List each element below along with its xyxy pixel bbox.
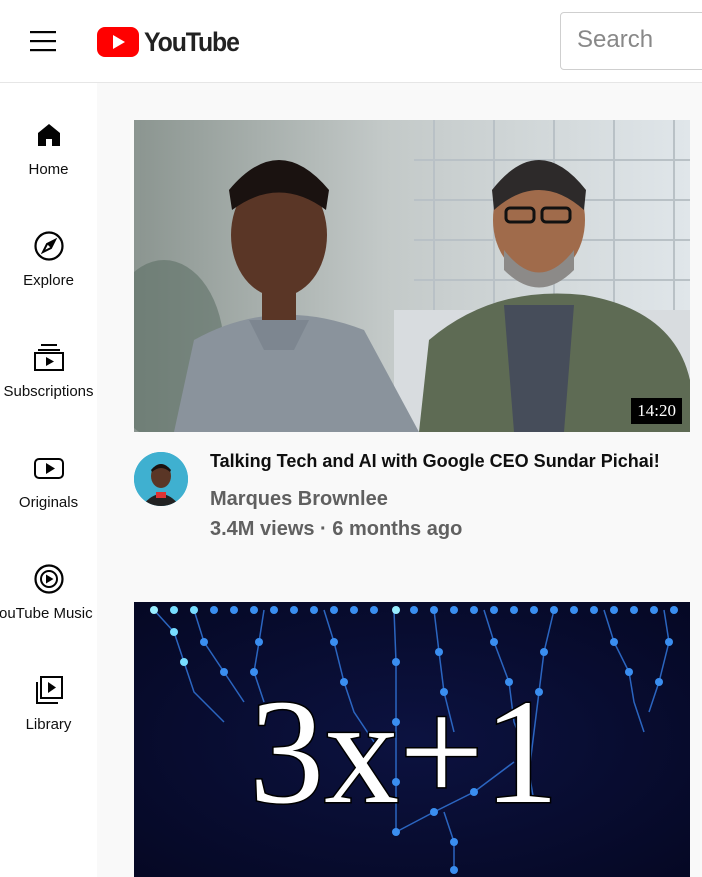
video-thumbnail[interactable]: 3x+1 (134, 602, 690, 877)
sidebar-item-label: Library (25, 716, 72, 733)
channel-name[interactable]: Marques Brownlee (210, 488, 388, 511)
hamburger-menu-icon[interactable] (26, 25, 60, 59)
sidebar: Home Explore Subscriptions Originals You… (0, 83, 97, 877)
library-icon (33, 674, 65, 706)
sidebar-item-subscriptions[interactable]: Subscriptions (0, 327, 97, 427)
sidebar-item-label: Subscriptions (3, 383, 94, 400)
logo-text: YouTube (144, 26, 240, 57)
sidebar-item-label: Explore (23, 272, 74, 289)
search-input[interactable] (561, 13, 702, 67)
compass-icon (33, 230, 65, 262)
video-stats: 3.4M views · 6 months ago (210, 518, 463, 540)
main-feed: 14:20 Talking Tech and AI with Google CE… (97, 83, 702, 877)
video-title[interactable]: Talking Tech and AI with Google CEO Sund… (210, 451, 660, 472)
sidebar-item-label: Originals (18, 494, 79, 511)
video-card: 3x+1 (134, 602, 690, 877)
sidebar-item-library[interactable]: Library (0, 660, 97, 760)
sidebar-item-label: Home (28, 161, 69, 178)
sidebar-item-youtube-music[interactable]: YouTube Music (0, 549, 97, 649)
channel-avatar[interactable] (134, 452, 188, 506)
search-box[interactable] (560, 12, 702, 70)
sidebar-item-explore[interactable]: Explore (0, 216, 97, 316)
youtube-play-logo-icon (97, 27, 139, 57)
sidebar-item-label: YouTube Music (0, 605, 93, 622)
originals-play-icon (33, 452, 65, 484)
subscriptions-icon (33, 341, 65, 373)
video-duration-badge: 14:20 (631, 398, 682, 424)
video-card: 14:20 Talking Tech and AI with Google CE… (134, 120, 690, 552)
youtube-logo[interactable]: YouTube (97, 24, 247, 60)
music-icon (33, 563, 65, 595)
home-icon (33, 119, 65, 151)
top-header: YouTube (0, 0, 702, 83)
video-thumbnail[interactable]: 14:20 (134, 120, 690, 432)
video-meta: Talking Tech and AI with Google CEO Sund… (134, 432, 690, 552)
sidebar-item-originals[interactable]: Originals (0, 438, 97, 538)
thumbnail-title-text: 3x+1 (249, 669, 559, 835)
sidebar-item-home[interactable]: Home (0, 105, 97, 205)
